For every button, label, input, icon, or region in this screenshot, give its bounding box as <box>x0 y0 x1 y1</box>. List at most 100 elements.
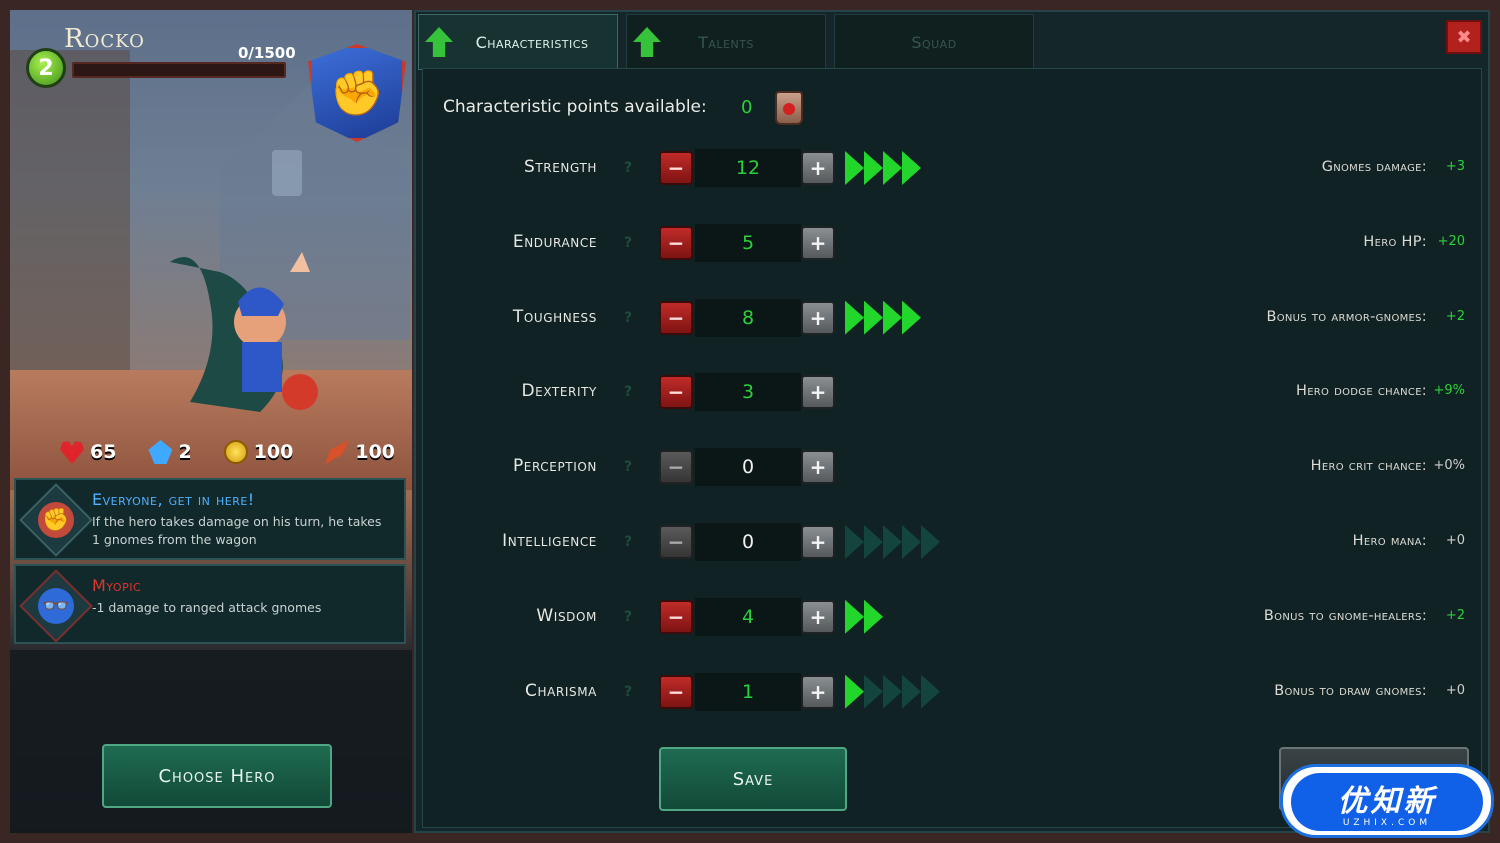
coin-icon <box>223 440 248 464</box>
arrow-right-icon <box>921 674 940 709</box>
help-icon[interactable]: ? <box>619 159 637 177</box>
help-icon[interactable]: ? <box>619 683 637 701</box>
perk-icon-frame: ✊ <box>19 483 93 557</box>
help-icon[interactable]: ? <box>619 458 637 476</box>
increase-button[interactable]: + <box>801 375 835 410</box>
hero-stat-gold: 100 <box>223 440 293 464</box>
close-button[interactable]: ✖ <box>1446 20 1482 54</box>
watermark-text: 优知新 <box>1337 784 1437 819</box>
bonus-label: Bonus to gnome-healers: <box>1263 607 1427 624</box>
xp-bar <box>72 62 286 78</box>
attribute-value: 8 <box>695 298 801 337</box>
hero-stats-row: 65 2 100 100 <box>60 440 395 464</box>
arrow-right-icon <box>921 525 940 559</box>
help-icon[interactable]: ? <box>619 234 637 252</box>
bonus-value: +3 <box>1445 159 1465 174</box>
watermark-badge: 优知新 UZHIX.COM <box>1291 773 1483 831</box>
help-icon[interactable]: ? <box>619 533 637 551</box>
heart-icon <box>60 441 84 464</box>
tab-label: Squad <box>911 32 957 52</box>
bonus-value: +0 <box>1445 682 1465 698</box>
food-value: 100 <box>355 441 396 463</box>
tab-talents[interactable]: Talents <box>626 14 826 70</box>
decrease-button[interactable]: − <box>659 300 693 335</box>
increase-button[interactable]: + <box>801 151 835 185</box>
help-icon[interactable]: ? <box>619 309 637 327</box>
attribute-name: Toughness <box>512 306 597 327</box>
attribute-row-intelligence: Intelligence? −0 + Hero mana: +0 <box>423 513 1483 573</box>
arrow-right-icon <box>845 674 864 709</box>
increase-button[interactable]: + <box>801 525 835 559</box>
hero-level-badge: 2 <box>26 48 66 88</box>
bonus-value: +0% <box>1433 458 1465 474</box>
perk-card: 👓 Myopic -1 damage to ranged attack gnom… <box>14 564 406 644</box>
characteristics-content: Characteristic points available: 0 Stren… <box>422 68 1482 828</box>
arrow-right-icon <box>902 525 921 559</box>
increase-button[interactable]: + <box>801 225 835 260</box>
characteristics-panel: Characteristics Talents Squad ✖ Characte… <box>414 10 1490 833</box>
perk-description: -1 damage to ranged attack gnomes <box>92 600 322 615</box>
arrow-right-icon <box>883 151 902 185</box>
perk-title: Myopic <box>92 576 142 595</box>
tab-bar: Characteristics Talents Squad <box>418 14 1042 70</box>
decrease-button[interactable]: − <box>659 151 693 185</box>
bonus-value: +2 <box>1445 607 1465 623</box>
save-button[interactable]: Save <box>659 747 847 811</box>
bonus-label: Bonus to draw gnomes: <box>1274 682 1427 699</box>
tab-squad[interactable]: Squad <box>834 14 1034 70</box>
hp-value: 65 <box>90 441 117 463</box>
attribute-value: 0 <box>695 448 801 487</box>
hero-stat-mana: 2 <box>148 440 192 464</box>
attribute-row-strength: Strength? −12 + Gnomes damage: +3 <box>423 139 1483 199</box>
perk-icon-frame: 👓 <box>19 569 93 643</box>
help-icon[interactable]: ? <box>619 383 637 401</box>
fist-perk-icon: ✊ <box>38 502 74 538</box>
attribute-row-charisma: Charisma? −1 + Bonus to draw gnomes: +0 <box>423 663 1483 723</box>
decrease-button[interactable]: − <box>659 450 693 485</box>
perk-card: ✊ Everyone, get in here! If the hero tak… <box>14 478 406 560</box>
help-icon[interactable]: ? <box>619 608 637 626</box>
arrow-right-icon <box>902 300 921 335</box>
choose-hero-button[interactable]: Choose Hero <box>102 744 332 808</box>
attribute-row-perception: Perception? −0 + Hero crit chance: +0% <box>423 438 1483 498</box>
background-window <box>272 150 302 196</box>
bonus-value: +0 <box>1445 533 1465 548</box>
level-arrows <box>845 674 940 709</box>
arrow-right-icon <box>902 151 921 185</box>
decrease-button[interactable]: − <box>659 225 693 260</box>
bonus-value: +20 <box>1437 233 1465 249</box>
bonus-value: +2 <box>1445 308 1465 324</box>
increase-button[interactable]: + <box>801 674 835 709</box>
tab-label: Characteristics <box>475 32 589 52</box>
attribute-value: 0 <box>695 523 801 561</box>
attribute-value: 12 <box>695 149 801 187</box>
attribute-row-dexterity: Dexterity? −3 + Hero dodge chance: +9% <box>423 363 1483 423</box>
arrow-right-icon <box>883 674 902 709</box>
attribute-name: Charisma <box>525 680 597 701</box>
attribute-value: 3 <box>695 373 801 412</box>
glasses-perk-icon: 👓 <box>38 588 74 624</box>
decrease-button[interactable]: − <box>659 525 693 559</box>
hero-stat-hp: 65 <box>60 440 116 464</box>
attribute-value: 5 <box>695 223 801 262</box>
arrow-right-icon <box>845 151 864 185</box>
level-arrows <box>845 599 883 634</box>
watermark-subtext: UZHIX.COM <box>1342 818 1432 828</box>
arrow-right-icon <box>864 525 883 559</box>
decrease-button[interactable]: − <box>659 674 693 709</box>
increase-button[interactable]: + <box>801 300 835 335</box>
decrease-button[interactable]: − <box>659 599 693 634</box>
arrow-up-icon <box>425 27 453 57</box>
decrease-button[interactable]: − <box>659 375 693 410</box>
arrow-right-icon <box>902 674 921 709</box>
increase-button[interactable]: + <box>801 450 835 485</box>
perk-description: If the hero takes damage on his turn, he… <box>92 514 382 547</box>
bonus-label: Hero mana: <box>1352 533 1427 549</box>
tab-characteristics[interactable]: Characteristics <box>418 14 618 70</box>
increase-button[interactable]: + <box>801 599 835 634</box>
arrow-right-icon <box>864 300 883 335</box>
points-available-label: Characteristic points available: <box>443 97 707 117</box>
attribute-name: Strength <box>523 157 597 177</box>
attribute-row-wisdom: Wisdom? −4 + Bonus to gnome-healers: +2 <box>423 588 1483 648</box>
background-house <box>10 50 130 370</box>
